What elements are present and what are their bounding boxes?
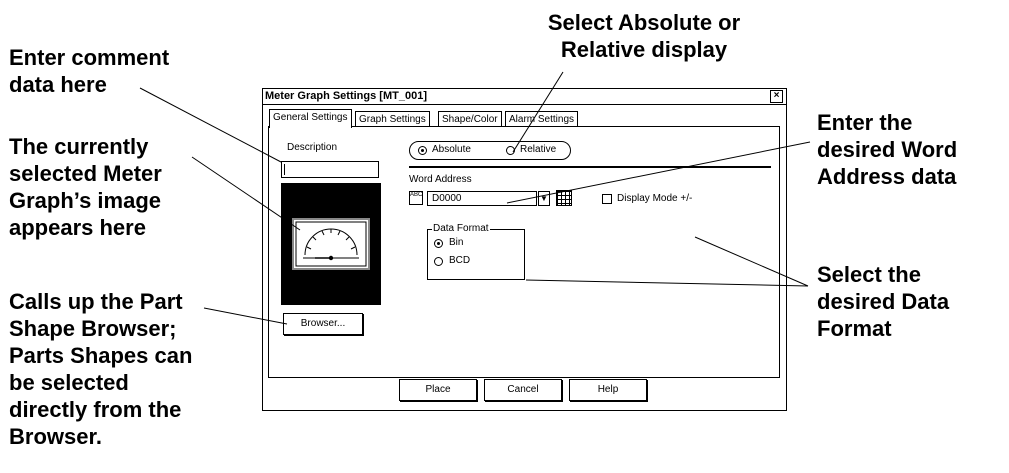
bcd-label: BCD [449, 255, 471, 266]
callout-meter-image: The currently selected Meter Graph’s ima… [9, 134, 162, 240]
data-format-legend: Data Format [432, 223, 490, 235]
bcd-radio[interactable] [434, 257, 443, 266]
tab-graph-settings[interactable]: Graph Settings [355, 111, 430, 127]
meter-graph-settings-dialog: Meter Graph Settings [MT_001] × General … [262, 88, 787, 411]
callout-word-address: Enter the desired Word Address data [817, 110, 958, 189]
callout-absolute-relative: Select Absolute or Relative display [547, 10, 741, 62]
display-mode-pm-label: Display Mode +/- [617, 193, 693, 204]
display-mode-radio-group: Absolute Relative [409, 141, 571, 160]
description-input[interactable] [281, 161, 379, 178]
dialog-title-bar[interactable]: Meter Graph Settings [MT_001] × [263, 89, 786, 105]
bin-radio[interactable] [434, 239, 443, 248]
relative-label: Relative [520, 144, 557, 155]
meter-graph-preview [281, 183, 381, 305]
close-button[interactable]: × [770, 90, 783, 103]
browser-button[interactable]: Browser... [283, 313, 363, 335]
callout-part-shape-browser: Calls up the Part Shape Browser; Parts S… [9, 289, 193, 449]
place-button[interactable]: Place [399, 379, 477, 401]
word-address-label: Word Address [409, 174, 472, 185]
absolute-radio[interactable] [418, 146, 427, 155]
word-address-value: D0000 [432, 193, 462, 204]
divider [409, 166, 771, 168]
word-address-input[interactable]: D0000 [427, 191, 537, 206]
data-format-group: Data Format Bin BCD [427, 223, 525, 280]
help-button[interactable]: Help [569, 379, 647, 401]
tab-general-settings[interactable]: General Settings [269, 109, 352, 128]
absolute-label: Absolute [432, 144, 471, 155]
display-mode-pm-checkbox[interactable] [602, 194, 612, 204]
bin-label: Bin [449, 237, 464, 248]
relative-radio[interactable] [506, 146, 515, 155]
address-input-icon[interactable]: ABC [409, 191, 423, 205]
callout-enter-comment: Enter comment data here [9, 45, 170, 97]
text-caret [284, 164, 285, 175]
cancel-button[interactable]: Cancel [484, 379, 562, 401]
chevron-down-icon[interactable]: ▼ [538, 191, 550, 206]
callout-data-format: Select the desired Data Format [817, 262, 950, 341]
tab-alarm-settings[interactable]: Alarm Settings [505, 111, 579, 127]
tab-shape-color[interactable]: Shape/Color [438, 111, 502, 127]
keypad-icon[interactable] [556, 190, 572, 206]
meter-image [292, 218, 370, 270]
dialog-title: Meter Graph Settings [MT_001] [265, 90, 427, 102]
description-label: Description [287, 142, 338, 153]
